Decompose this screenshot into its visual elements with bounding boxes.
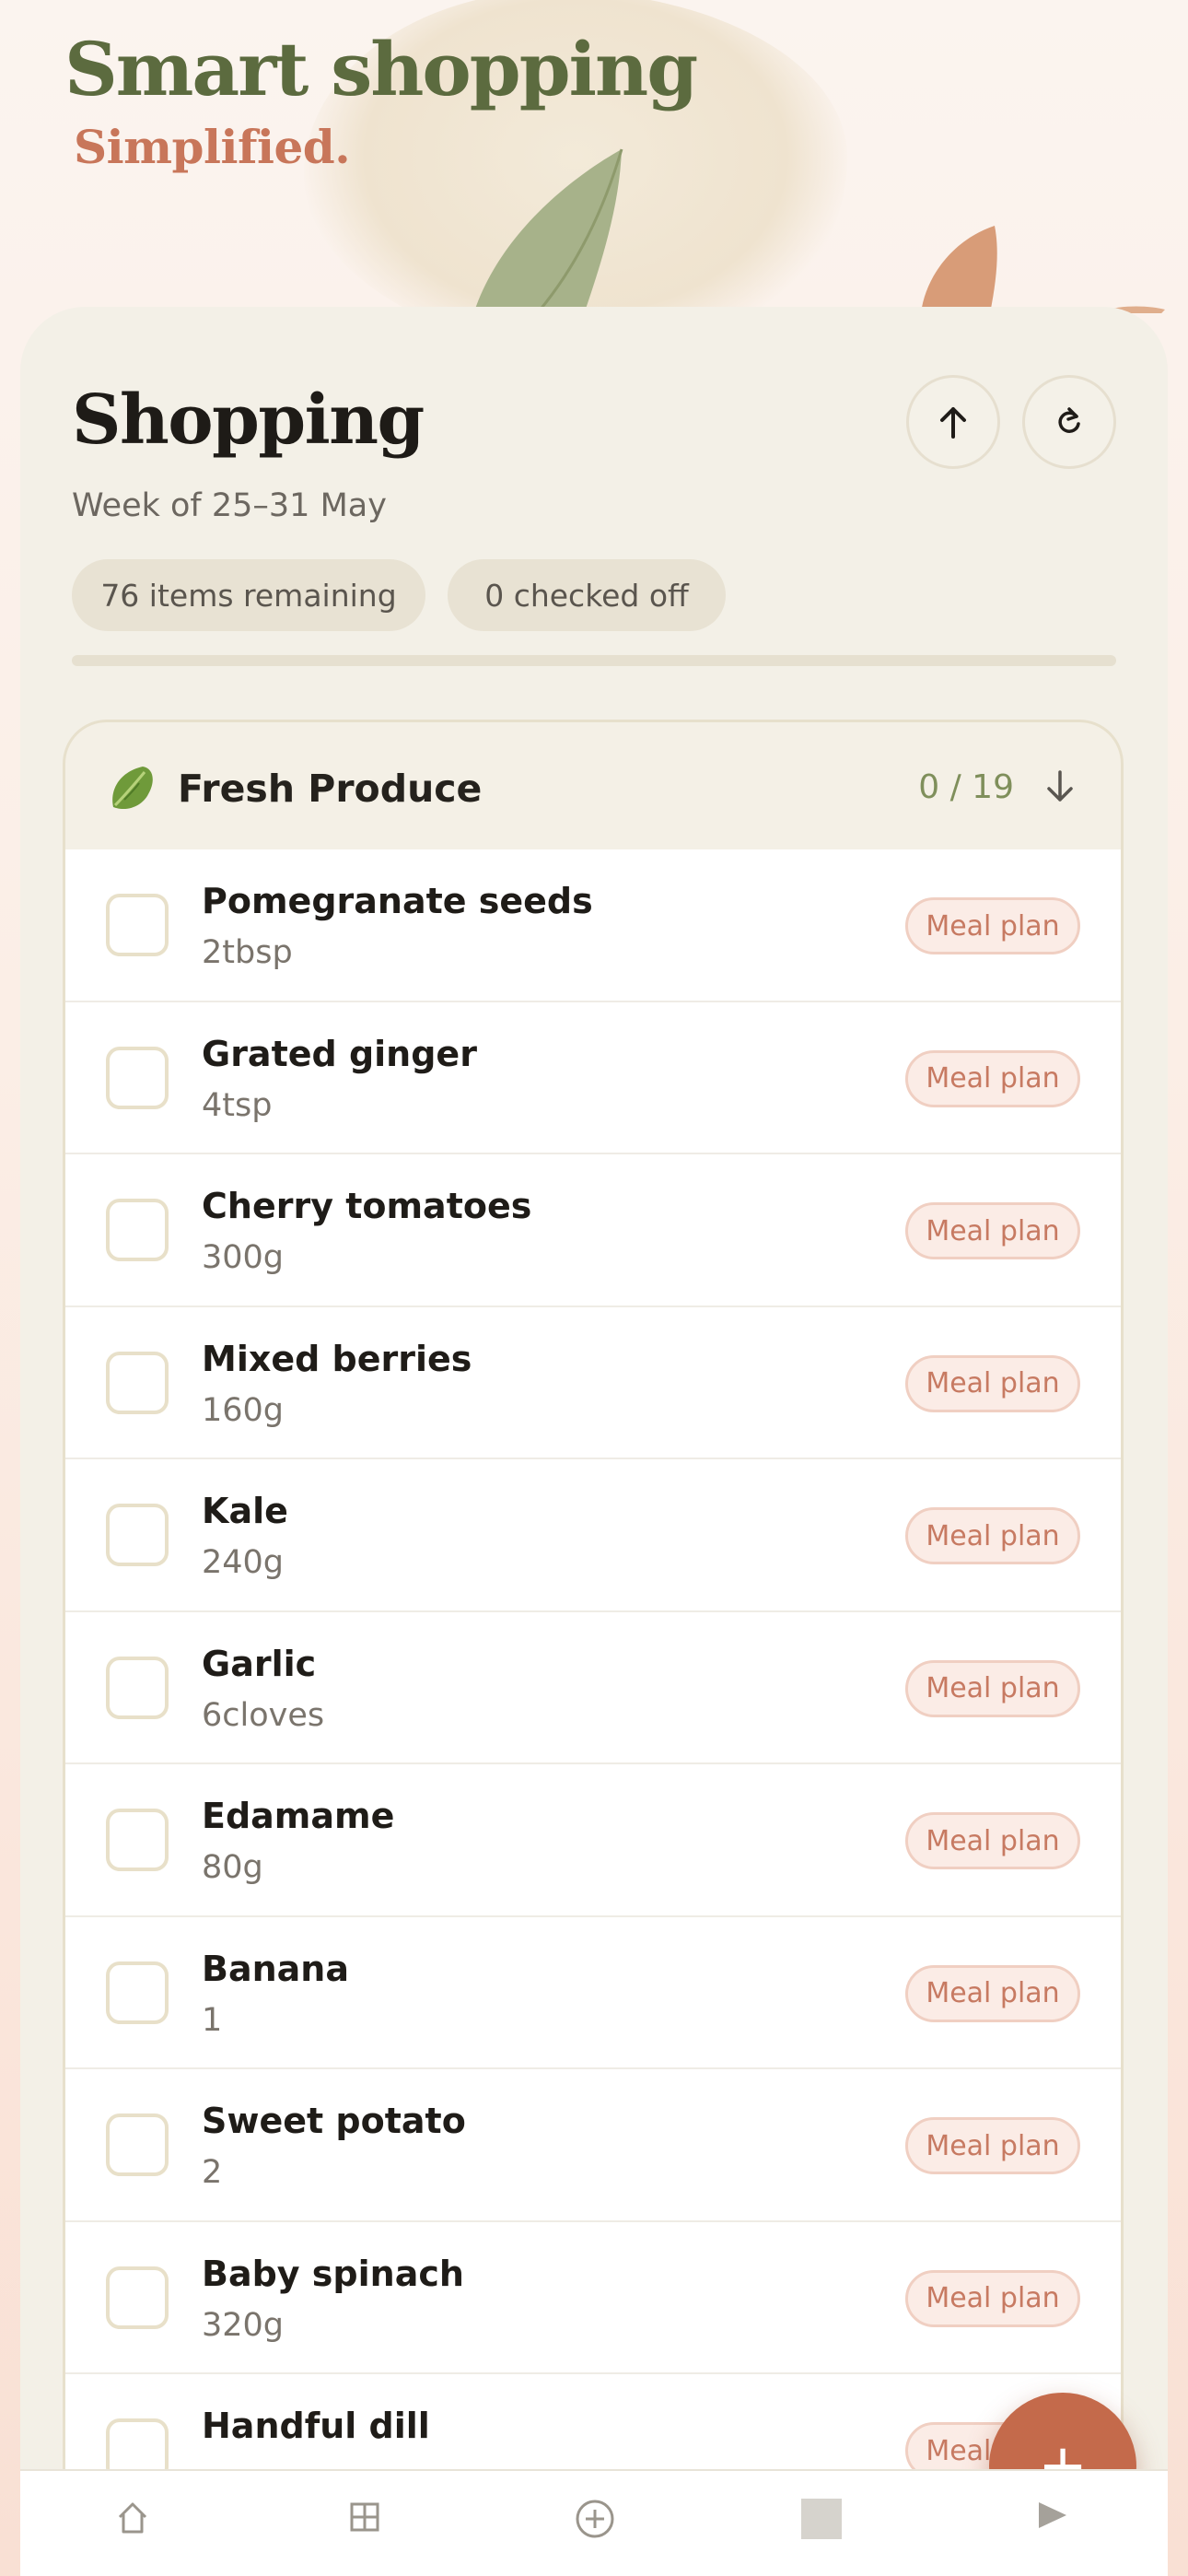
item-name: Pomegranate seeds bbox=[202, 881, 593, 921]
item-checkbox[interactable] bbox=[106, 2266, 169, 2329]
tab-grid[interactable] bbox=[344, 2497, 385, 2537]
shopping-progress-bar bbox=[72, 655, 1116, 666]
refresh-button[interactable] bbox=[1022, 375, 1116, 469]
tab-add[interactable] bbox=[573, 2497, 617, 2541]
refresh-icon bbox=[1058, 407, 1080, 433]
item-name: Mixed berries bbox=[202, 1338, 472, 1379]
page-title: Shopping bbox=[72, 381, 425, 460]
item-checkbox[interactable] bbox=[106, 1199, 169, 1261]
items-remaining-badge: 76 items remaining bbox=[72, 559, 425, 631]
meal-plan-badge: Meal plan bbox=[905, 1049, 1080, 1107]
item-name: Edamame bbox=[202, 1796, 395, 1836]
shopping-card: Shopping Week of 25–31 May 76 items rema… bbox=[20, 307, 1168, 2576]
item-quantity: 240g bbox=[202, 1544, 285, 1581]
square-icon bbox=[801, 2499, 842, 2539]
list-item[interactable]: Pomegranate seeds 2tbsp Meal plan bbox=[65, 849, 1121, 1002]
item-name: Sweet potato bbox=[202, 2101, 466, 2141]
tab-square[interactable] bbox=[799, 2497, 844, 2541]
item-quantity: 80g bbox=[202, 1849, 263, 1886]
grid-icon bbox=[350, 2502, 379, 2532]
list-item[interactable]: Banana 1 Meal plan bbox=[65, 1917, 1121, 2069]
bottom-tab-bar bbox=[20, 2469, 1168, 2576]
section-header[interactable]: Fresh Produce 0 / 19 bbox=[65, 722, 1121, 849]
checked-off-badge: 0 checked off bbox=[448, 559, 726, 631]
item-checkbox[interactable] bbox=[106, 1656, 169, 1719]
arrow-up-icon bbox=[940, 407, 966, 439]
list-item[interactable]: Edamame 80g Meal plan bbox=[65, 1764, 1121, 1917]
meal-plan-badge: Meal plan bbox=[905, 1507, 1080, 1564]
leaf-illustration-orange bbox=[921, 226, 997, 313]
item-name: Cherry tomatoes bbox=[202, 1186, 532, 1226]
arrow-down-icon[interactable] bbox=[1040, 767, 1080, 807]
list-item[interactable]: Mixed berries 160g Meal plan bbox=[65, 1307, 1121, 1459]
meal-plan-badge: Meal plan bbox=[905, 1202, 1080, 1259]
item-quantity: 6cloves bbox=[202, 1696, 325, 1734]
item-name: Garlic bbox=[202, 1643, 317, 1684]
meal-plan-badge: Meal plan bbox=[905, 1964, 1080, 2022]
item-checkbox[interactable] bbox=[106, 1961, 169, 2024]
lettuce-leaf-icon bbox=[112, 767, 153, 810]
play-icon bbox=[1039, 2502, 1066, 2528]
meal-plan-badge: Meal plan bbox=[905, 1659, 1080, 1717]
list-item[interactable]: Sweet potato 2 Meal plan bbox=[65, 2069, 1121, 2222]
item-name: Banana bbox=[202, 1948, 349, 1989]
tab-home[interactable] bbox=[112, 2497, 153, 2537]
item-name: Handful dill bbox=[202, 2406, 430, 2446]
meal-plan-badge: Meal plan bbox=[905, 2117, 1080, 2174]
item-quantity: 2tbsp bbox=[202, 934, 293, 971]
item-quantity: 2 bbox=[202, 2154, 223, 2191]
item-quantity: 4tsp bbox=[202, 1086, 273, 1124]
item-name: Kale bbox=[202, 1491, 288, 1531]
item-quantity: 1 bbox=[202, 2001, 223, 2039]
meal-plan-badge: Meal plan bbox=[905, 1354, 1080, 1412]
fresh-produce-section: Fresh Produce 0 / 19 Pomegranate seeds 2t… bbox=[63, 720, 1124, 2576]
add-circle-icon bbox=[576, 2500, 614, 2538]
section-count: 0 / 19 bbox=[918, 768, 1014, 806]
tab-play[interactable] bbox=[1033, 2497, 1070, 2534]
item-quantity: 320g bbox=[202, 2306, 285, 2344]
leaf-illustration bbox=[474, 148, 623, 312]
item-checkbox[interactable] bbox=[106, 2113, 169, 2176]
item-quantity: 300g bbox=[202, 1239, 285, 1276]
list-item[interactable]: Grated ginger 4tsp Meal plan bbox=[65, 1002, 1121, 1154]
item-name: Baby spinach bbox=[202, 2253, 464, 2294]
item-quantity: 160g bbox=[202, 1391, 285, 1429]
meal-plan-badge: Meal plan bbox=[905, 897, 1080, 954]
item-name: Grated ginger bbox=[202, 1033, 477, 1074]
share-button[interactable] bbox=[906, 375, 1000, 469]
home-icon bbox=[118, 2502, 147, 2534]
hero-title: Smart shopping bbox=[64, 26, 698, 112]
item-checkbox[interactable] bbox=[106, 1809, 169, 1871]
list-item[interactable]: Garlic 6cloves Meal plan bbox=[65, 1612, 1121, 1764]
hero-banner: Smart shopping Simplified. bbox=[0, 0, 1188, 313]
hero-subtitle: Simplified. bbox=[74, 120, 351, 174]
meal-plan-badge: Meal plan bbox=[905, 2269, 1080, 2327]
item-checkbox[interactable] bbox=[106, 1504, 169, 1566]
item-checkbox[interactable] bbox=[106, 1351, 169, 1414]
week-range: Week of 25–31 May bbox=[72, 487, 387, 524]
item-checkbox[interactable] bbox=[106, 1046, 169, 1109]
meal-plan-badge: Meal plan bbox=[905, 1812, 1080, 1869]
list-item[interactable]: Kale 240g Meal plan bbox=[65, 1459, 1121, 1612]
list-item[interactable]: Cherry tomatoes 300g Meal plan bbox=[65, 1154, 1121, 1307]
item-list: Pomegranate seeds 2tbsp Meal plan Grated gi… bbox=[65, 849, 1121, 2527]
item-checkbox[interactable] bbox=[106, 894, 169, 956]
list-item[interactable]: Baby spinach 320g Meal plan bbox=[65, 2222, 1121, 2374]
section-title: Fresh Produce bbox=[178, 767, 483, 811]
